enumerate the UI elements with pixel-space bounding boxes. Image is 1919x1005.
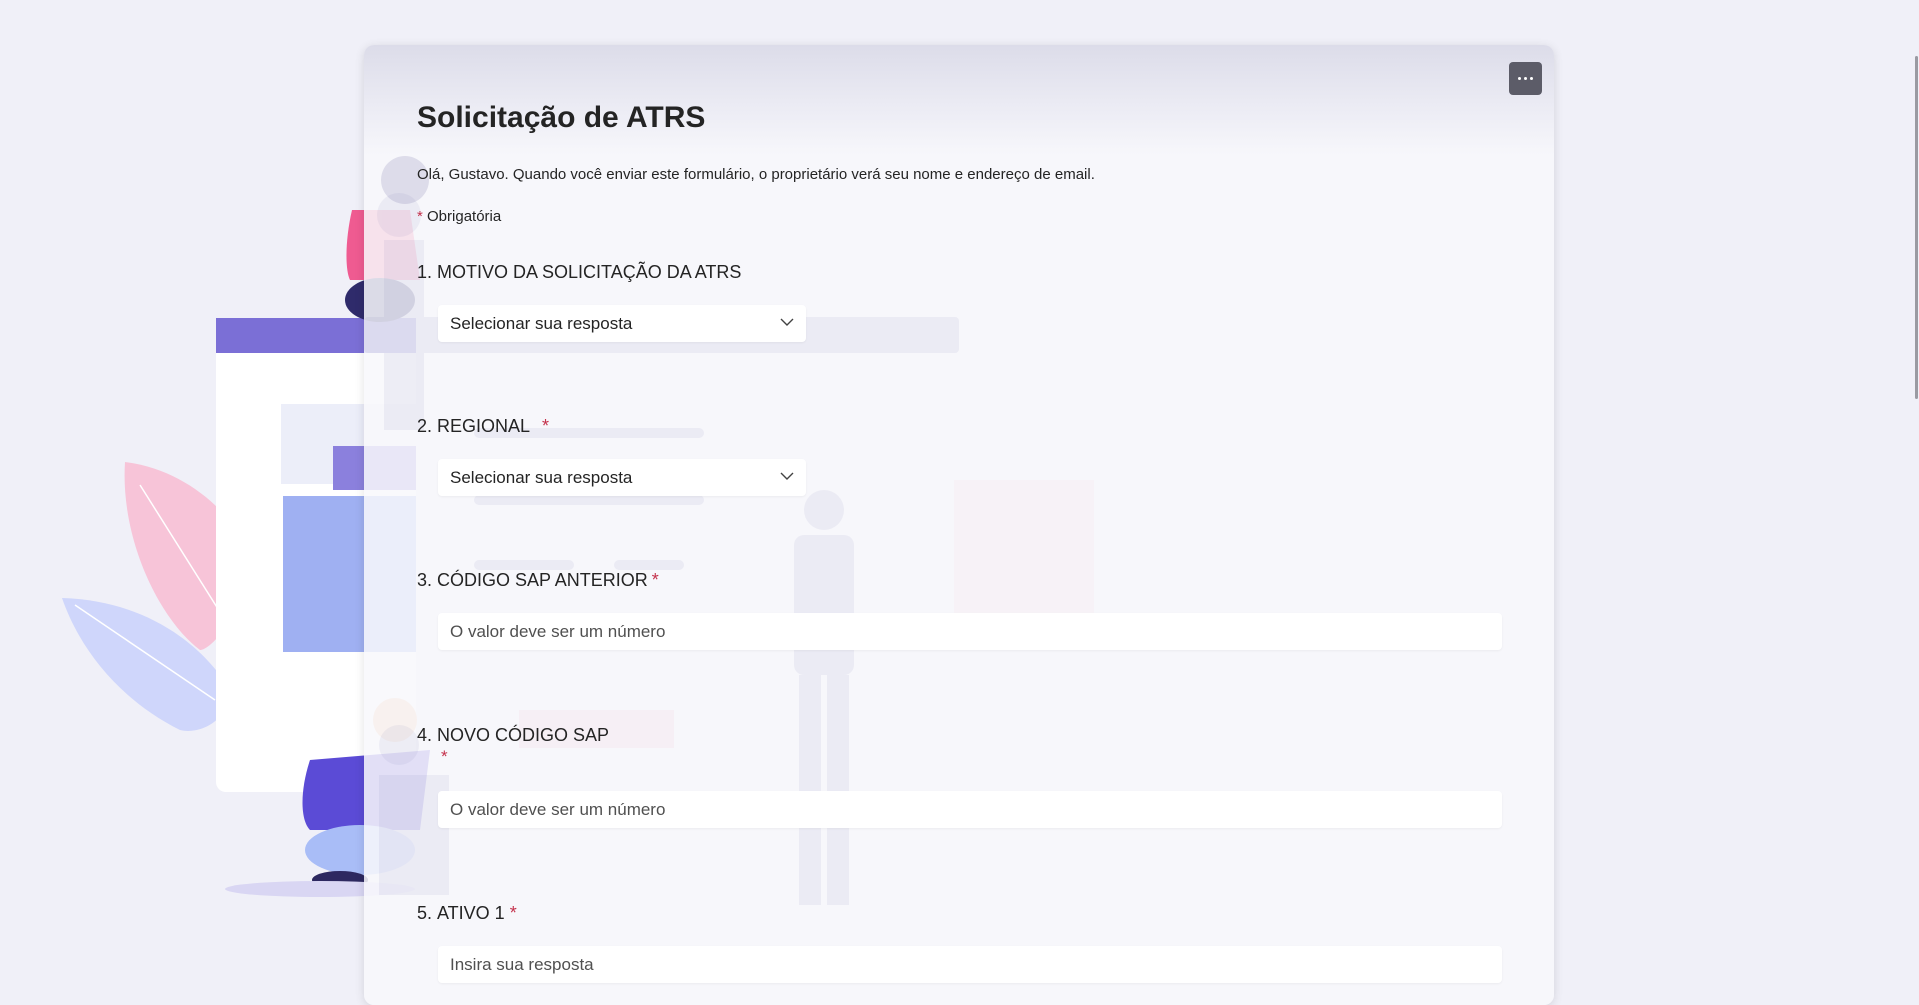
question-title: MOTIVO DA SOLICITAÇÃO DA ATRS [437, 262, 742, 282]
more-horizontal-icon [1518, 77, 1521, 80]
question-5-input[interactable] [438, 946, 1502, 983]
required-note: * Obrigatória [417, 208, 501, 225]
question-3-label: 3. CÓDIGO SAP ANTERIOR * [417, 570, 659, 591]
scrollbar-thumb[interactable] [1915, 56, 1918, 399]
form-intro: Olá, Gustavo. Quando você enviar este fo… [417, 166, 1095, 183]
card-background-illustration [364, 193, 959, 905]
question-number: 4. [417, 725, 433, 745]
question-5-label: 5. ATIVO 1 * [417, 903, 517, 924]
more-options-button[interactable] [1509, 62, 1542, 95]
required-asterisk: * [509, 903, 517, 923]
question-title: CÓDIGO SAP ANTERIOR [437, 570, 648, 590]
chevron-down-icon [780, 472, 794, 480]
page-scrollbar[interactable] [1911, 0, 1919, 981]
question-number: 2. [417, 416, 433, 436]
question-4-input[interactable] [438, 791, 1502, 828]
select-value: Selecionar sua resposta [450, 313, 633, 333]
question-3-input[interactable] [438, 613, 1502, 650]
question-1-label: 1. MOTIVO DA SOLICITAÇÃO DA ATRS [417, 262, 741, 283]
question-title: NOVO CÓDIGO SAP [437, 725, 610, 745]
question-1-select[interactable]: Selecionar sua resposta [438, 305, 806, 342]
required-asterisk: * [651, 570, 659, 590]
form-card: Solicitação de ATRS Olá, Gustavo. Quando… [364, 45, 1554, 1005]
required-asterisk: * [441, 747, 448, 766]
question-title: REGIONAL [437, 416, 531, 436]
required-note-text: Obrigatória [427, 208, 502, 225]
form-title: Solicitação de ATRS [417, 101, 706, 134]
question-title: ATIVO 1 [437, 903, 505, 923]
select-value: Selecionar sua resposta [450, 467, 633, 487]
question-2-label: 2. REGIONAL * [417, 416, 549, 437]
question-number: 5. [417, 903, 433, 923]
question-4-label: 4. NOVO CÓDIGO SAP [417, 725, 609, 746]
chevron-down-icon [780, 318, 794, 326]
question-2-select[interactable]: Selecionar sua resposta [438, 459, 806, 496]
question-number: 1. [417, 262, 433, 282]
required-asterisk: * [542, 416, 550, 436]
required-asterisk: * [417, 208, 423, 225]
question-number: 3. [417, 570, 433, 590]
